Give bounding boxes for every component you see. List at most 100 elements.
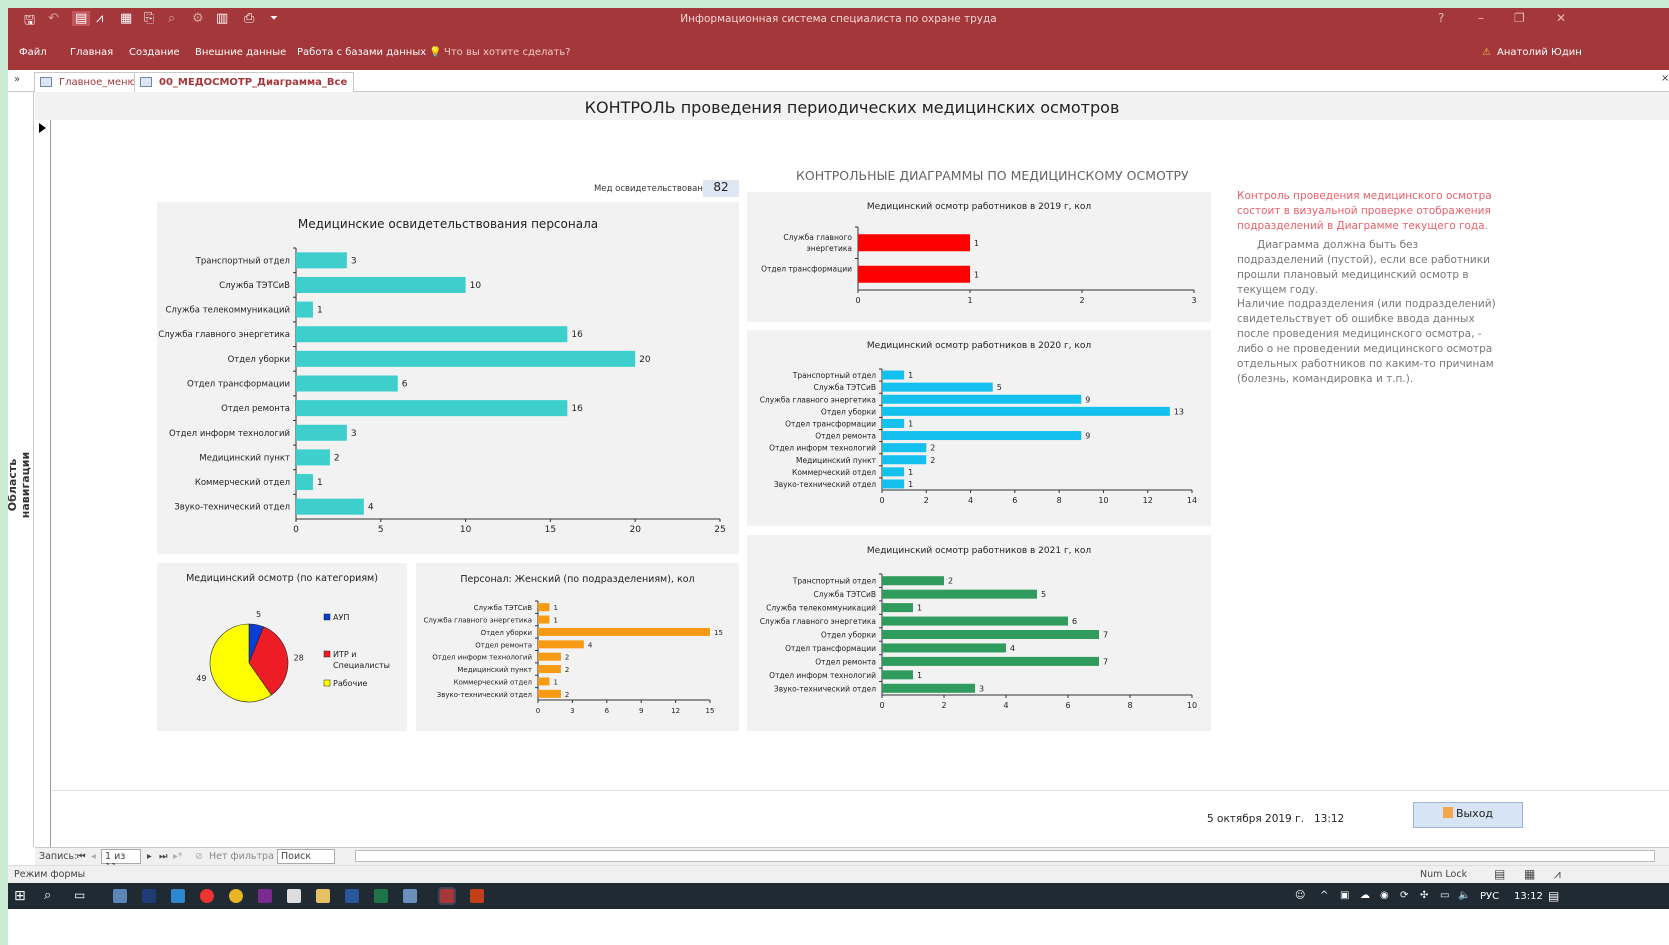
data-label: 20 [639, 355, 651, 365]
sync-icon[interactable]: ✣ [1420, 890, 1428, 901]
chart-categories-svg: 5 28 49 АУП ИТР и Специалисты Рабочие [196, 610, 390, 703]
windows-start-icon[interactable]: ⊞ [14, 888, 26, 904]
opera-icon[interactable] [200, 889, 214, 903]
category-label: Отдел информ технологий [769, 444, 876, 453]
tell-me-input[interactable]: Что вы хотите сделать? [444, 47, 571, 58]
network-icon[interactable]: ▣ [1340, 890, 1349, 901]
first-record-icon[interactable]: ⏮ [77, 851, 86, 862]
category-label: Коммерческий отдел [195, 478, 290, 488]
menu-database-tools[interactable]: Работа с базами данных [297, 47, 426, 58]
close-tab-icon[interactable]: × [1661, 73, 1669, 84]
excel-icon[interactable] [374, 889, 388, 903]
tab-main-menu[interactable]: Главное_меню [34, 72, 143, 92]
people-icon[interactable]: ☺ [1295, 890, 1305, 901]
bar [882, 370, 905, 380]
volume-icon[interactable]: 🔈 [1458, 890, 1470, 901]
horizontal-scrollbar[interactable] [355, 850, 1655, 862]
chrome-icon[interactable] [229, 889, 243, 903]
category-label: Служба ТЭТСиВ [474, 604, 533, 612]
navigation-pane[interactable]: Область навигации [8, 92, 34, 847]
tray-chevron-icon[interactable]: ^ [1320, 890, 1328, 901]
x-tick-label: 10 [1098, 496, 1108, 505]
onedrive-icon[interactable]: ☁ [1360, 890, 1370, 901]
app-icon[interactable] [113, 889, 127, 903]
datasheet-view-icon[interactable]: ▦ [1524, 867, 1535, 881]
access-icon[interactable] [438, 887, 456, 905]
powerpoint-icon[interactable] [470, 889, 484, 903]
legend-label: Специалисты [333, 661, 390, 670]
search-icon[interactable]: ⌕ [44, 888, 51, 903]
nav-expand-chevron[interactable]: » [14, 74, 20, 85]
data-label: 6 [402, 380, 408, 390]
category-label: Служба ТЭТСиВ [814, 590, 877, 599]
menu-home[interactable]: Главная [70, 47, 113, 58]
store-icon[interactable] [287, 889, 301, 903]
minimize-button[interactable]: – [1478, 11, 1484, 25]
last-record-icon[interactable]: ⏭ [159, 851, 168, 862]
legend-label: АУП [333, 613, 349, 622]
data-label: 1 [908, 480, 913, 489]
category-label: энергетика [807, 244, 852, 253]
menu-create[interactable]: Создание [129, 47, 180, 58]
data-label: 2 [930, 444, 935, 453]
x-tick-label: 4 [1003, 701, 1008, 710]
data-label: 5 [1041, 590, 1046, 599]
control-charts-title: КОНТРОЛЬНЫЕ ДИАГРАММЫ ПО МЕДИЦИНСКОМУ ОС… [796, 168, 1189, 183]
bar [538, 689, 561, 698]
x-tick-label: 20 [629, 525, 641, 535]
word-icon[interactable] [345, 889, 359, 903]
display-icon[interactable]: ▭ [1440, 890, 1449, 901]
menu-file[interactable]: Файл [19, 47, 47, 58]
bar [296, 449, 330, 466]
notifications-icon[interactable]: ▤ [1548, 889, 1559, 903]
legend-swatch [323, 613, 331, 621]
x-tick-label: 15 [545, 525, 556, 535]
bar [882, 431, 1082, 441]
user-name[interactable]: Анатолий Юдин [1497, 47, 1582, 58]
x-tick-label: 5 [378, 525, 384, 535]
data-label: 1 [908, 419, 913, 428]
x-tick-label: 0 [293, 525, 299, 535]
x-tick-label: 15 [706, 707, 715, 715]
exit-button[interactable]: Выход [1413, 802, 1523, 828]
taskbar-clock[interactable]: 13:12 [1514, 891, 1543, 902]
bar [296, 400, 568, 417]
document-tabs: » Главное_меню 00_МЕДОСМОТР_Диаграмма_Вс… [8, 70, 1669, 92]
edge-icon[interactable] [171, 889, 185, 903]
bar [882, 382, 993, 392]
close-button[interactable]: ✕ [1556, 11, 1566, 25]
photoshop-icon[interactable] [142, 889, 156, 903]
bar [882, 479, 905, 489]
form-view-icon[interactable]: ▤ [1494, 867, 1505, 881]
new-record-icon[interactable]: ▸* [173, 851, 183, 862]
filter-status[interactable]: Нет фильтра [209, 851, 274, 862]
form-header: КОНТРОЛЬ проведения периодических медици… [35, 92, 1669, 120]
app-icon[interactable] [403, 889, 417, 903]
chart-female-panel: Персонал: Женский (по подразделениям), к… [416, 563, 739, 731]
design-view-icon[interactable]: ⩘ [1554, 867, 1561, 882]
category-label: Медицинский пункт [199, 453, 290, 463]
next-record-icon[interactable]: ▸ [147, 851, 152, 862]
record-position-input[interactable]: 1 из 11 [101, 849, 141, 873]
help-button[interactable]: ? [1438, 11, 1444, 25]
chart-2021-panel: Медицинский осмотр работников в 2021 г, … [747, 535, 1211, 731]
explorer-icon[interactable] [316, 889, 330, 903]
x-tick-label: 0 [879, 496, 884, 505]
language-indicator[interactable]: РУС [1480, 891, 1499, 902]
data-label: 1 [553, 678, 557, 686]
record-search-input[interactable]: Поиск [277, 849, 335, 864]
update-icon[interactable]: ⟳ [1400, 890, 1408, 901]
menu-external-data[interactable]: Внешние данные [195, 47, 286, 58]
bar [296, 498, 364, 515]
restore-button[interactable]: ❐ [1514, 11, 1525, 25]
tab-medosmotr-chart[interactable]: 00_МЕДОСМОТР_Диаграмма_Все [134, 72, 355, 92]
category-label: Отдел трансформации [785, 644, 876, 653]
prev-record-icon[interactable]: ◂ [91, 851, 96, 862]
data-label: 2 [948, 577, 953, 586]
record-selector[interactable] [35, 120, 51, 847]
current-time: 13:12 [1313, 813, 1345, 825]
chrome-tray-icon[interactable]: ◉ [1380, 890, 1389, 901]
bar [882, 630, 1099, 639]
task-view-icon[interactable]: ▭ [74, 888, 85, 902]
onenote-icon[interactable] [258, 889, 272, 903]
